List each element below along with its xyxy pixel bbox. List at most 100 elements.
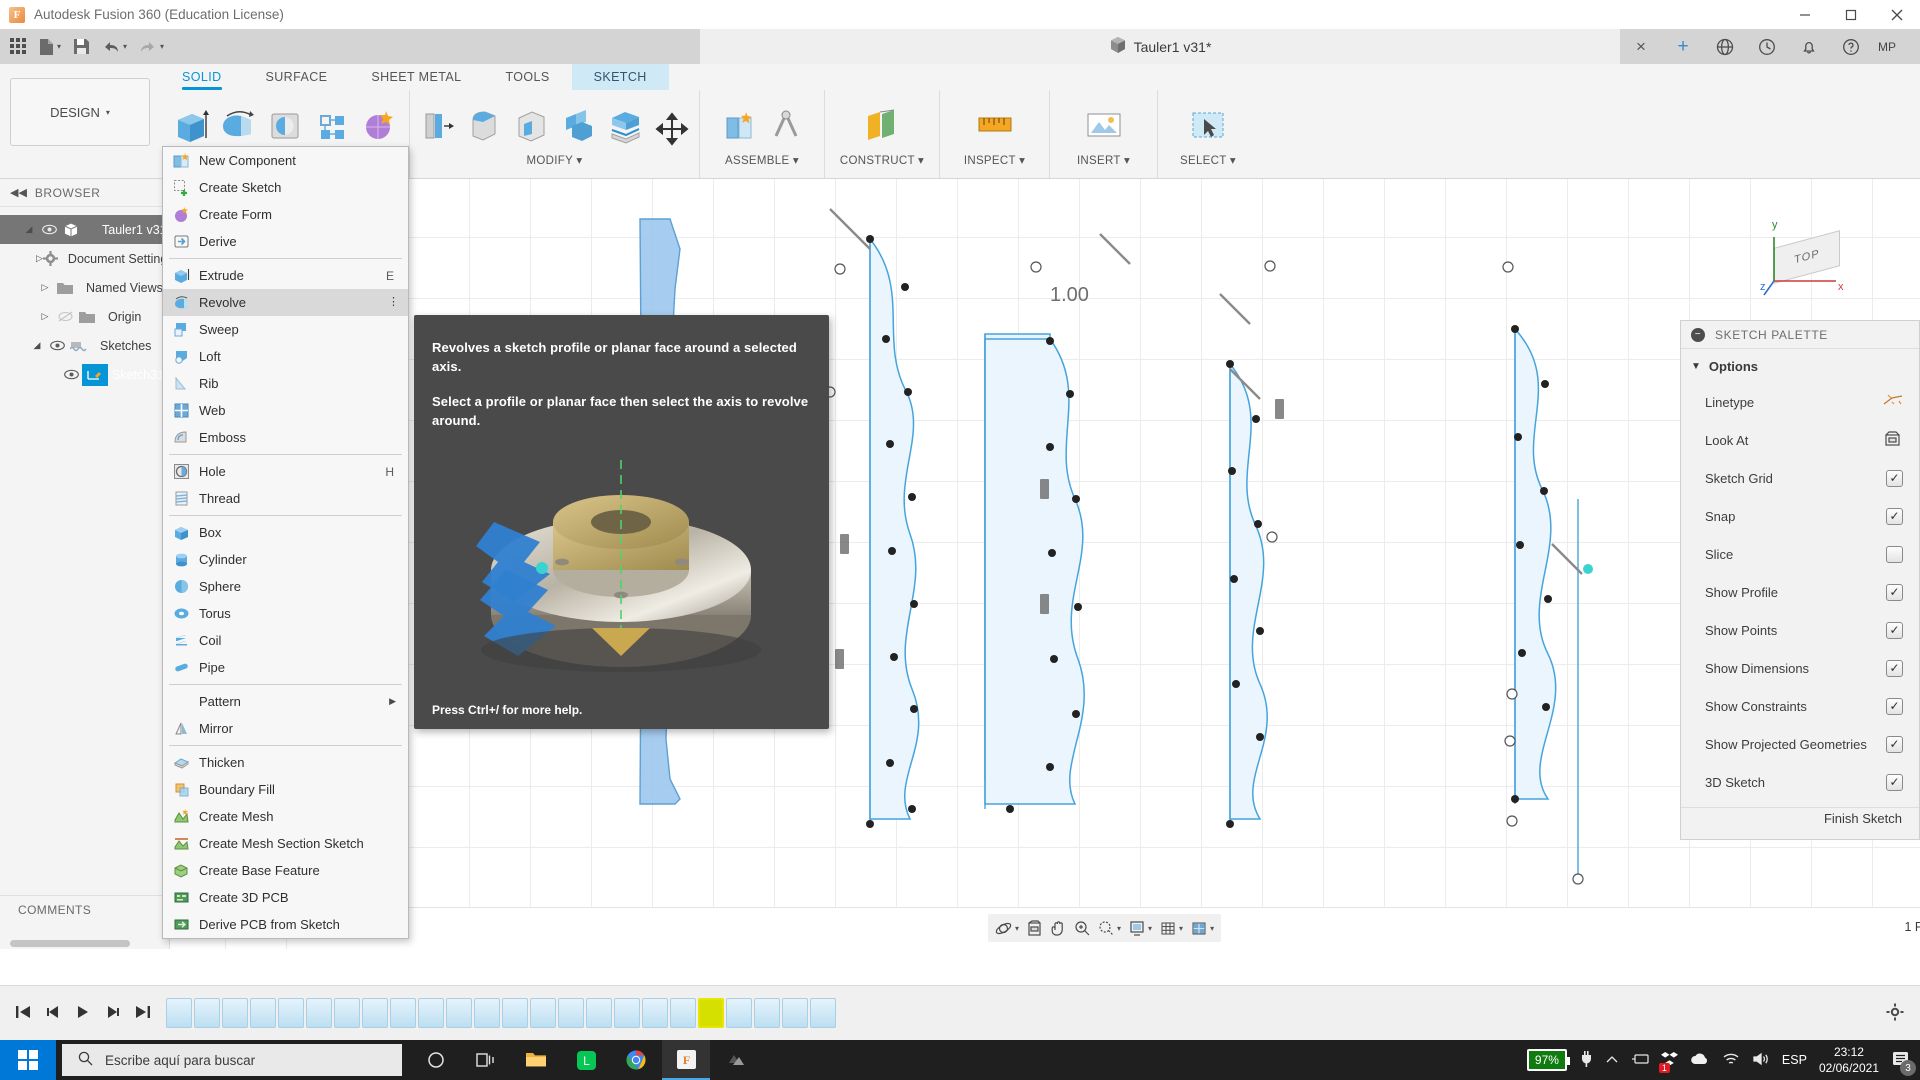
expand-arrow-icon[interactable]: ▷: [36, 253, 43, 264]
menu-item-boundary-fill[interactable]: Boundary Fill: [163, 776, 408, 803]
keyboard-icon[interactable]: [1631, 1052, 1649, 1068]
look-at-icon[interactable]: [1883, 430, 1903, 450]
visibility-hidden-icon[interactable]: [54, 311, 76, 322]
menu-item-box[interactable]: Box: [163, 519, 408, 546]
menu-item-emboss[interactable]: Emboss: [163, 424, 408, 451]
inspect-panel-label[interactable]: INSPECT ▾: [964, 150, 1025, 172]
expand-arrow-icon[interactable]: ◢: [20, 224, 38, 235]
save-icon[interactable]: [67, 29, 96, 64]
maximize-button[interactable]: [1828, 0, 1874, 29]
menu-item-revolve[interactable]: Revolve ⋮: [163, 289, 408, 316]
show-profile-checkbox[interactable]: ✓: [1886, 583, 1903, 601]
palette-row-slice[interactable]: Slice: [1681, 535, 1919, 573]
select-cursor-icon[interactable]: [1179, 94, 1237, 146]
menu-item-pipe[interactable]: Pipe: [163, 654, 408, 681]
notifications-icon[interactable]: 3: [1891, 1050, 1916, 1076]
finish-sketch-button[interactable]: Finish Sketch: [1813, 806, 1913, 831]
menu-item-thread[interactable]: Thread: [163, 485, 408, 512]
palette-row-show-points[interactable]: Show Points ✓: [1681, 611, 1919, 649]
timeline-feature-item[interactable]: [418, 998, 444, 1028]
menu-item-create-3d-pcb[interactable]: Create 3D PCB: [163, 884, 408, 911]
file-explorer-icon[interactable]: [512, 1040, 560, 1080]
look-at-icon[interactable]: [1024, 915, 1045, 941]
grid-snaps-icon[interactable]: ▾: [1157, 915, 1186, 941]
move-copy-icon[interactable]: [649, 94, 696, 146]
taskbar-search-box[interactable]: Escribe aquí para buscar: [62, 1044, 402, 1076]
create-form-icon[interactable]: [355, 94, 402, 146]
timeline-feature-item[interactable]: [194, 998, 220, 1028]
sweep-icon[interactable]: [261, 94, 308, 146]
palette-row-show-projected-geometries[interactable]: Show Projected Geometries ✓: [1681, 725, 1919, 763]
timeline-feature-item[interactable]: [698, 998, 724, 1028]
slice-checkbox[interactable]: [1886, 545, 1903, 563]
shell-icon[interactable]: [508, 94, 555, 146]
dimension-value[interactable]: 1.00: [1050, 284, 1089, 307]
redo-icon[interactable]: ▾: [133, 29, 170, 64]
windows-start-icon[interactable]: [0, 1040, 56, 1080]
new-document-tab-button[interactable]: +: [1662, 29, 1704, 64]
tab-tools[interactable]: TOOLS: [483, 64, 571, 90]
press-pull-icon[interactable]: [414, 94, 461, 146]
visibility-eye-icon[interactable]: [46, 340, 68, 351]
menu-item-create-base-feature[interactable]: Create Base Feature: [163, 857, 408, 884]
palette-row-show-profile[interactable]: Show Profile ✓: [1681, 573, 1919, 611]
battery-indicator[interactable]: 97%: [1526, 1049, 1570, 1071]
timeline-feature-item[interactable]: [446, 998, 472, 1028]
pan-icon[interactable]: [1047, 915, 1069, 941]
tab-sheet-metal[interactable]: SHEET METAL: [349, 64, 483, 90]
history-icon[interactable]: [1746, 29, 1788, 64]
plug-icon[interactable]: [1579, 1050, 1593, 1070]
timeline-feature-item[interactable]: [390, 998, 416, 1028]
3d-builder-icon[interactable]: [712, 1040, 760, 1080]
help-icon[interactable]: [1830, 29, 1872, 64]
view-cube-top-face[interactable]: TOP: [1774, 230, 1840, 284]
user-avatar[interactable]: MP: [1878, 40, 1896, 54]
timeline-feature-item[interactable]: [670, 998, 696, 1028]
display-settings-icon[interactable]: ▾: [1126, 915, 1155, 941]
menu-item-sphere[interactable]: Sphere: [163, 573, 408, 600]
tree-node-sketches[interactable]: ◢ Sketches: [0, 331, 169, 360]
palette-row-snap[interactable]: Snap ✓: [1681, 497, 1919, 535]
undo-icon[interactable]: ▾: [96, 29, 133, 64]
menu-item-hole[interactable]: Hole H: [163, 458, 408, 485]
palette-row-show-constraints[interactable]: Show Constraints ✓: [1681, 687, 1919, 725]
menu-item-pattern[interactable]: Pattern ▶: [163, 688, 408, 715]
timeline-feature-item[interactable]: [586, 998, 612, 1028]
visibility-eye-icon[interactable]: [38, 224, 60, 235]
menu-item-create-form[interactable]: Create Form: [163, 201, 408, 228]
notifications-bell-icon[interactable]: [1788, 29, 1830, 64]
measure-icon[interactable]: [966, 94, 1024, 146]
menu-item-cylinder[interactable]: Cylinder: [163, 546, 408, 573]
menu-item-derive-pcb-from-sketch[interactable]: Derive PCB from Sketch: [163, 911, 408, 938]
timeline-feature-item[interactable]: [278, 998, 304, 1028]
show-dimensions-checkbox[interactable]: ✓: [1886, 659, 1903, 677]
insert-image-icon[interactable]: [1075, 94, 1133, 146]
language-indicator[interactable]: ESP: [1782, 1053, 1807, 1067]
timeline-feature-item[interactable]: [250, 998, 276, 1028]
timeline-settings-icon[interactable]: [1886, 1003, 1920, 1024]
fillet-icon[interactable]: [461, 94, 508, 146]
extrude-icon[interactable]: [167, 94, 214, 146]
menu-item-derive[interactable]: Derive: [163, 228, 408, 255]
show-constraints-checkbox[interactable]: ✓: [1886, 697, 1903, 715]
menu-item-loft[interactable]: Loft: [163, 343, 408, 370]
timeline-begin-icon[interactable]: [14, 1003, 32, 1024]
expand-arrow-icon[interactable]: ◢: [28, 340, 46, 351]
zoom-window-icon[interactable]: ▾: [1095, 915, 1124, 941]
collapse-palette-icon[interactable]: −: [1691, 327, 1705, 342]
timeline-feature-item[interactable]: [810, 998, 836, 1028]
orbit-icon[interactable]: ▾: [992, 915, 1022, 941]
expand-arrow-icon[interactable]: ▷: [36, 282, 54, 293]
menu-item-create-mesh-section-sketch[interactable]: Create Mesh Section Sketch: [163, 830, 408, 857]
dropbox-icon[interactable]: 1: [1658, 1051, 1678, 1073]
tab-sketch[interactable]: SKETCH: [571, 64, 669, 90]
timeline-feature-list[interactable]: [166, 998, 836, 1028]
browser-horizontal-scrollbar[interactable]: [10, 940, 130, 947]
timeline-feature-item[interactable]: [530, 998, 556, 1028]
expand-arrow-icon[interactable]: ▷: [36, 311, 54, 322]
view-cube[interactable]: TOP y z x: [1760, 219, 1860, 319]
timeline-feature-item[interactable]: [222, 998, 248, 1028]
visibility-eye-icon[interactable]: [60, 369, 82, 380]
chrome-icon[interactable]: [612, 1040, 660, 1080]
timeline-feature-item[interactable]: [166, 998, 192, 1028]
